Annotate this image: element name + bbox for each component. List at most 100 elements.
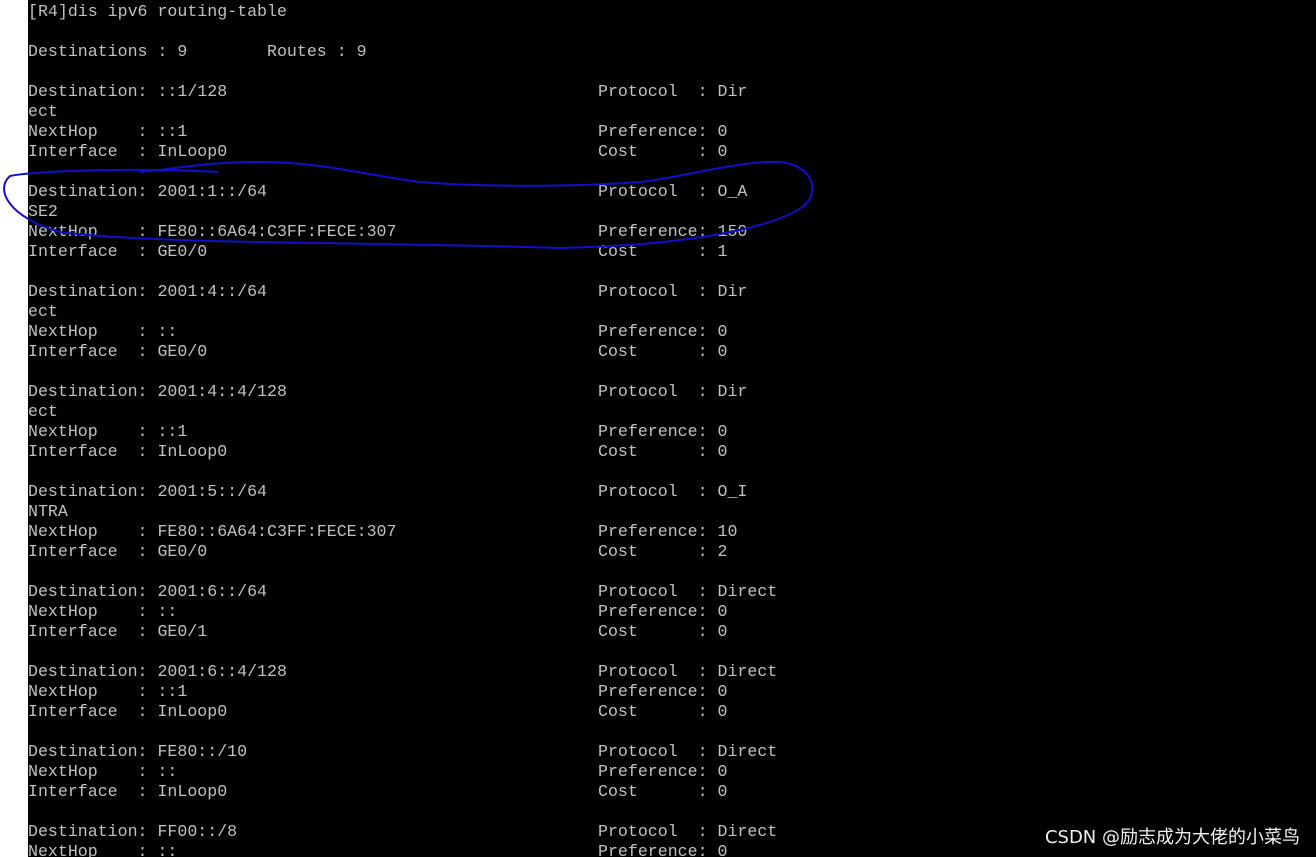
terminal-line-right: Protocol : O_I: [598, 482, 748, 501]
terminal-line-right: Preference: 0: [598, 762, 728, 781]
terminal-line-right: Cost : 0: [598, 702, 728, 721]
terminal-line-left: Interface : InLoop0: [28, 702, 228, 721]
terminal-line-left: Interface : InLoop0: [28, 142, 228, 161]
terminal-line-right: Preference: 150: [598, 222, 748, 241]
terminal-line-right: Preference: 0: [598, 422, 728, 441]
terminal-line-right: Protocol : Direct: [598, 582, 778, 601]
terminal-line-right: Cost : 0: [598, 342, 728, 361]
terminal-line-left: Destinations : 9 Routes : 9: [28, 42, 367, 61]
terminal-line-left: Interface : GE0/0: [28, 342, 208, 361]
terminal-line-left: ect: [28, 302, 58, 321]
terminal-line-left: NTRA: [28, 502, 68, 521]
terminal-line: ect: [28, 102, 1308, 122]
terminal-line: NTRA: [28, 502, 1308, 522]
terminal-line-left: Destination: FE80::/10: [28, 742, 248, 761]
terminal-line: Destination: FE80::/10 Protocol : Direct: [28, 742, 1308, 762]
terminal-line-right: Protocol : Direct: [598, 742, 778, 761]
terminal-line-right: Cost : 0: [598, 142, 728, 161]
terminal-line: NextHop : :: Preference: 0: [28, 322, 1308, 342]
terminal-line-right: Cost : 1: [598, 242, 728, 261]
terminal-window[interactable]: [R4]dis ipv6 routing-table Destinations :…: [0, 0, 1316, 857]
terminal-line: SE2: [28, 202, 1308, 222]
terminal-line: Interface : GE0/0 Cost : 0: [28, 342, 1308, 362]
terminal-line-left: NextHop : FE80::6A64:C3FF:FECE:307: [28, 522, 397, 541]
terminal-line-left: NextHop : FE80::6A64:C3FF:FECE:307: [28, 222, 397, 241]
terminal-line-left: ect: [28, 402, 58, 421]
terminal-line-left: Destination: 2001:4::/64: [28, 282, 267, 301]
terminal-line-left: NextHop : ::: [28, 842, 178, 857]
terminal-line-right: Preference: 0: [598, 682, 728, 701]
terminal-line-left: Interface : InLoop0: [28, 442, 228, 461]
terminal-line-left: Destination: FF00::/8: [28, 822, 238, 841]
terminal-line-right: Cost : 0: [598, 442, 728, 461]
terminal-line-right: Preference: 0: [598, 602, 728, 621]
terminal-line-left: ect: [28, 102, 58, 121]
terminal-line-right: Protocol : Direct: [598, 662, 778, 681]
terminal-line-right: Protocol : Dir: [598, 82, 748, 101]
terminal-line: Interface : GE0/0 Cost : 1: [28, 242, 1308, 262]
terminal-line-left: NextHop : ::: [28, 322, 178, 341]
terminal-line-left: NextHop : ::1: [28, 122, 188, 141]
terminal-line-left: Destination: 2001:1::/64: [28, 182, 267, 201]
terminal-line-left: Destination: ::1/128: [28, 82, 228, 101]
terminal-line-right: Cost : 2: [598, 542, 728, 561]
terminal-line-right: Protocol : O_A: [598, 182, 748, 201]
terminal-line-left: NextHop : ::: [28, 762, 178, 781]
terminal-line: Interface : InLoop0 Cost : 0: [28, 702, 1308, 722]
terminal-line-left: Destination: 2001:6::/64: [28, 582, 267, 601]
terminal-line: [R4]dis ipv6 routing-table: [28, 2, 1308, 22]
terminal-line-right: Preference: 0: [598, 842, 728, 857]
terminal-line-left: Interface : GE0/0: [28, 542, 208, 561]
terminal-line: Destinations : 9 Routes : 9: [28, 42, 1308, 62]
terminal-line: Destination: ::1/128 Protocol : Dir: [28, 82, 1308, 102]
terminal-line-right: Preference: 10: [598, 522, 738, 541]
terminal-line: NextHop : :: Preference: 0: [28, 602, 1308, 622]
terminal-line-right: Cost : 0: [598, 782, 728, 801]
terminal-line: NextHop : FE80::6A64:C3FF:FECE:307 Prefer…: [28, 522, 1308, 542]
terminal-line-left: Destination: 2001:6::4/128: [28, 662, 287, 681]
terminal-line: NextHop : FE80::6A64:C3FF:FECE:307 Prefer…: [28, 222, 1308, 242]
terminal-line: NextHop : ::1 Preference: 0: [28, 422, 1308, 442]
terminal-line-left: NextHop : ::1: [28, 422, 188, 441]
terminal-line-left: Destination: 2001:4::4/128: [28, 382, 287, 401]
terminal-line-right: Protocol : Direct: [598, 822, 778, 841]
terminal-line: Destination: 2001:1::/64 Protocol : O_A: [28, 182, 1308, 202]
terminal-line: Destination: 2001:6::/64 Protocol : Direc…: [28, 582, 1308, 602]
terminal-output: [R4]dis ipv6 routing-table Destinations :…: [28, 2, 1308, 857]
terminal-line: Destination: 2001:4::/64 Protocol : Dir: [28, 282, 1308, 302]
terminal-line-left: SE2: [28, 202, 58, 221]
terminal-line: NextHop : :: Preference: 0: [28, 762, 1308, 782]
terminal-line: Interface : InLoop0 Cost : 0: [28, 782, 1308, 802]
terminal-line-left: Destination: 2001:5::/64: [28, 482, 267, 501]
terminal-line-right: Protocol : Dir: [598, 282, 748, 301]
terminal-line-right: Preference: 0: [598, 122, 728, 141]
terminal-line: Destination: 2001:6::4/128 Protocol : Dir…: [28, 662, 1308, 682]
terminal-line-right: Protocol : Dir: [598, 382, 748, 401]
terminal-line: Interface : InLoop0 Cost : 0: [28, 142, 1308, 162]
terminal-line: Interface : GE0/1 Cost : 0: [28, 622, 1308, 642]
terminal-line-left: Interface : InLoop0: [28, 782, 228, 801]
terminal-line: Interface : GE0/0 Cost : 2: [28, 542, 1308, 562]
terminal-line-left: NextHop : ::: [28, 602, 178, 621]
terminal-line-right: Preference: 0: [598, 322, 728, 341]
terminal-line-left: [R4]dis ipv6 routing-table: [28, 2, 287, 21]
terminal-line: NextHop : ::1 Preference: 0: [28, 122, 1308, 142]
csdn-watermark: CSDN @励志成为大佬的小菜鸟: [1044, 827, 1300, 848]
terminal-line: ect: [28, 302, 1308, 322]
terminal-line-left: Interface : GE0/0: [28, 242, 208, 261]
terminal-line: Destination: 2001:5::/64 Protocol : O_I: [28, 482, 1308, 502]
terminal-line: ect: [28, 402, 1308, 422]
terminal-line-left: Interface : GE0/1: [28, 622, 208, 641]
left-margin-strip: [0, 0, 28, 857]
terminal-line-right: Cost : 0: [598, 622, 728, 641]
terminal-line: Destination: 2001:4::4/128 Protocol : Dir: [28, 382, 1308, 402]
